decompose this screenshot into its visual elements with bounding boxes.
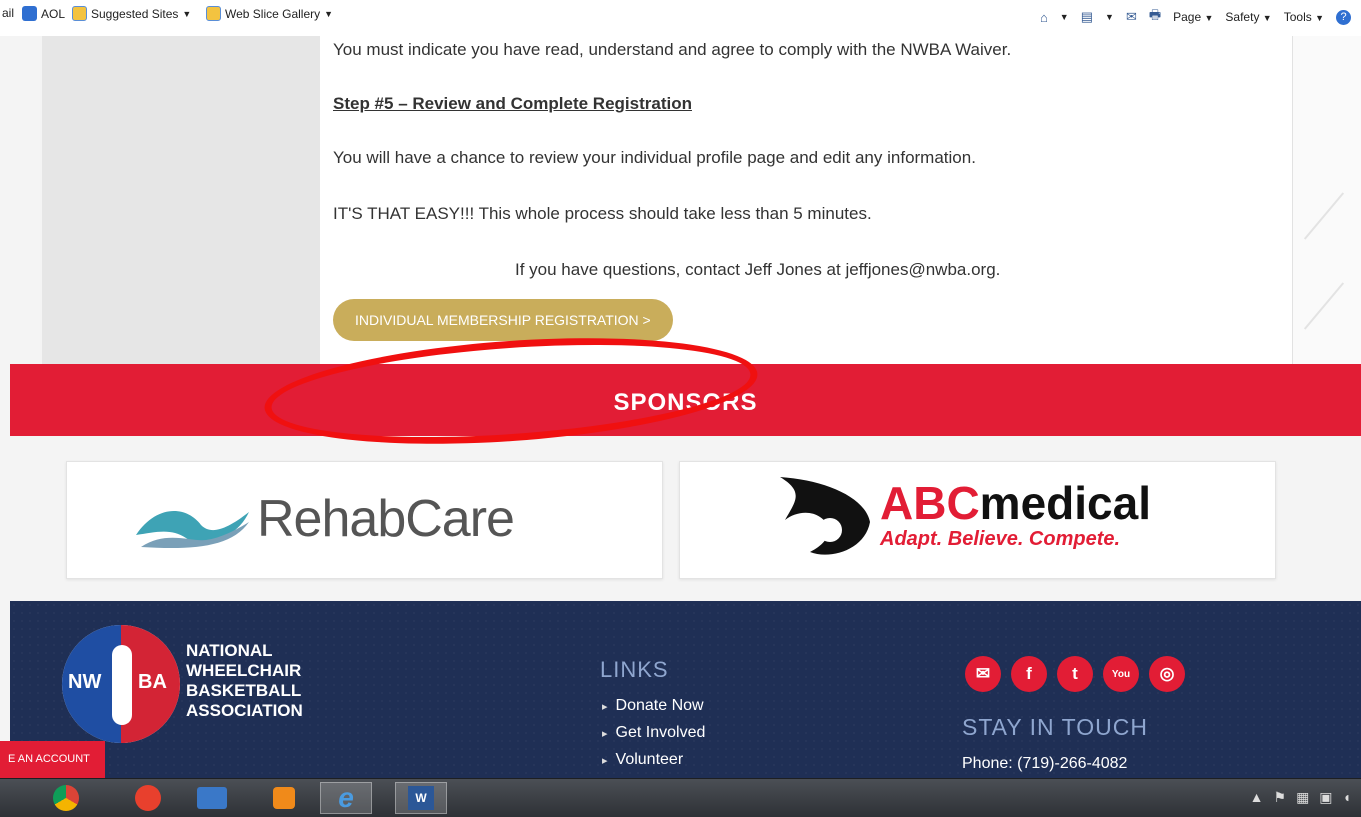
- sponsors-band: SPONSORS: [10, 364, 1361, 436]
- safety-menu[interactable]: Safety ▼: [1225, 10, 1271, 24]
- link-volunteer[interactable]: Volunteer: [600, 747, 705, 774]
- contact-text: If you have questions, contact Jeff Jone…: [515, 260, 1001, 279]
- footer-links: Donate Now Get Involved Volunteer: [600, 693, 706, 774]
- abc-medical-logo-text: ABCmedical: [880, 477, 1151, 529]
- chevron-down-icon[interactable]: ▼: [1060, 12, 1069, 22]
- volume-icon[interactable]: ◖: [1343, 789, 1351, 806]
- aol-icon: [22, 6, 37, 21]
- tools-menu[interactable]: Tools ▼: [1284, 10, 1324, 24]
- stay-in-touch-heading: STAY IN TOUCH: [962, 714, 1148, 740]
- print-icon[interactable]: 🖶: [1149, 6, 1161, 28]
- web-page: You must indicate you have read, underst…: [0, 36, 1361, 778]
- chrome-icon[interactable]: [40, 782, 92, 814]
- network-icon[interactable]: ▦: [1296, 789, 1309, 806]
- favorite-mail[interactable]: ail: [2, 6, 14, 20]
- creative-cloud-icon[interactable]: [122, 782, 174, 814]
- sponsors-title: SPONSORS: [613, 389, 758, 416]
- chevron-down-icon: ▼: [324, 8, 334, 19]
- nwba-logo[interactable]: NW BA: [62, 625, 180, 743]
- twitter-icon[interactable]: t: [1057, 656, 1093, 692]
- sponsor-abc-medical[interactable]: ABCmedical Adapt. Believe. Compete.: [679, 461, 1276, 579]
- help-icon[interactable]: ?: [1336, 9, 1351, 25]
- chevron-down-icon: ▼: [182, 8, 192, 19]
- windows-taskbar: e W ▲ ⚑ ▦ ▣ ◖: [0, 778, 1361, 817]
- wheelchair-player-icon: [112, 645, 132, 725]
- easy-text: IT'S THAT EASY!!! This whole process sho…: [333, 204, 872, 223]
- facebook-icon[interactable]: f: [1011, 656, 1047, 692]
- word-icon[interactable]: W: [395, 782, 447, 814]
- rehabcare-logo-text: RehabCare: [257, 490, 515, 548]
- home-icon[interactable]: ⌂: [1040, 10, 1048, 25]
- step5-heading: Step #5 – Review and Complete Registrati…: [333, 94, 692, 113]
- abc-medical-tagline: Adapt. Believe. Compete.: [880, 528, 1121, 550]
- rehabcare-wave-icon: [136, 511, 249, 549]
- links-heading: LINKS: [600, 657, 669, 682]
- create-account-tab[interactable]: E AN ACCOUNT: [0, 741, 105, 778]
- ie-page-icon: [206, 6, 221, 21]
- waiver-text: You must indicate you have read, underst…: [333, 40, 1012, 59]
- link-get-involved[interactable]: Get Involved: [600, 720, 706, 747]
- registration-instructions: You must indicate you have read, underst…: [320, 36, 1292, 364]
- show-hidden-icons-icon[interactable]: ▲: [1250, 789, 1264, 806]
- email-icon[interactable]: ✉: [965, 656, 1001, 692]
- chevron-down-icon[interactable]: ▼: [1105, 12, 1114, 22]
- sponsor-rehabcare[interactable]: RehabCare: [66, 461, 663, 579]
- favorite-suggested-sites[interactable]: Suggested Sites ▼: [72, 6, 191, 21]
- read-mail-icon[interactable]: ✉: [1126, 9, 1137, 25]
- youtube-icon[interactable]: You: [1103, 656, 1139, 692]
- action-center-icon[interactable]: ⚑: [1274, 789, 1287, 806]
- instagram-icon[interactable]: ◎: [1149, 656, 1185, 692]
- favorite-web-slice-gallery[interactable]: Web Slice Gallery ▼: [206, 6, 333, 21]
- favorite-aol[interactable]: AOL: [22, 6, 65, 21]
- system-tray: ▲ ⚑ ▦ ▣ ◖: [1250, 789, 1351, 806]
- right-sidebar: [1292, 36, 1361, 364]
- review-text: You will have a chance to review your in…: [333, 148, 976, 167]
- internet-explorer-icon[interactable]: e: [320, 782, 372, 814]
- power-icon[interactable]: ▣: [1319, 789, 1332, 806]
- command-bar: ⌂ ▼ ▤ ▼ ✉ 🖶 Page ▼ Safety ▼ Tools ▼ ?: [1040, 6, 1351, 28]
- link-donate-now[interactable]: Donate Now: [600, 693, 705, 720]
- browser-favorites-bar: ail AOL Suggested Sites ▼ Web Slice Gall…: [0, 0, 1361, 37]
- page-menu[interactable]: Page ▼: [1173, 10, 1213, 24]
- site-footer: NW BA NATIONAL WHEELCHAIR BASKETBALL ASS…: [10, 601, 1361, 778]
- left-sidebar: [42, 36, 320, 364]
- social-icons: ✉ f t You ◎: [965, 656, 1185, 692]
- feeds-icon[interactable]: ▤: [1081, 9, 1093, 25]
- media-player-icon[interactable]: [258, 782, 310, 814]
- organization-name: NATIONAL WHEELCHAIR BASKETBALL ASSOCIATI…: [186, 641, 303, 720]
- phone-number: Phone: (719)-266-4082: [962, 755, 1128, 772]
- abc-wing-icon: [780, 477, 870, 555]
- ie-page-icon: [72, 6, 87, 21]
- lenovo-icon[interactable]: [186, 782, 238, 814]
- individual-membership-registration-button[interactable]: INDIVIDUAL MEMBERSHIP REGISTRATION >: [333, 299, 673, 341]
